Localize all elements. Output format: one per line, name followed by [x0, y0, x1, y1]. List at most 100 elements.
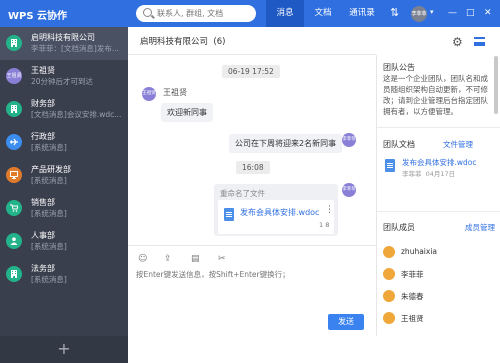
- conversation-name: 产品研发部: [31, 165, 71, 174]
- team-doc-meta: 李菲菲 04月17日: [402, 168, 455, 178]
- search-input[interactable]: [157, 7, 252, 20]
- team-members-title: 团队成员: [383, 223, 415, 232]
- member-name: 王祖贤: [401, 314, 424, 323]
- conversation-preview: [系统消息]: [31, 176, 67, 185]
- message-input[interactable]: [136, 269, 368, 303]
- top-bar: WPS 云协作 消息 文档 通讯录 ⇅ 李菲菲 ▾ — □ ✕: [0, 0, 500, 27]
- message-composer: ☺ ⇪ ▤ ✂ 发送: [128, 245, 376, 336]
- conversation-item[interactable]: 法务部 [系统消息]: [0, 258, 128, 291]
- conversation-name: 人事部: [31, 231, 55, 240]
- read-count: 1 8: [319, 221, 330, 229]
- conversation-preview: [系统消息]: [31, 275, 67, 284]
- sort-icon[interactable]: ⇅: [390, 6, 399, 19]
- conversation-item[interactable]: 行政部 [系统消息]: [0, 126, 128, 159]
- search-box[interactable]: [136, 5, 256, 22]
- conversation-item[interactable]: 销售部 [系统消息]: [0, 192, 128, 225]
- building-icon: [6, 266, 22, 282]
- file-message[interactable]: 重命名了文件 发布会具体安排.wdoc ⋮ 1 8: [214, 184, 338, 236]
- more-icon[interactable]: ⋮: [325, 206, 334, 215]
- gear-icon[interactable]: ⚙: [452, 35, 463, 49]
- conversation-name: 王祖贤: [31, 66, 55, 75]
- team-doc-name[interactable]: 发布会具体安排.wdoc: [402, 157, 477, 168]
- team-panel: 团队公告 这是一个企业团队，团队名和成员随组织架构自动更新，不可修改；请到企业管…: [376, 55, 500, 336]
- member-name: 朱德春: [401, 292, 424, 301]
- add-conversation-button[interactable]: +: [0, 336, 128, 363]
- document-icon[interactable]: ▤: [191, 254, 200, 264]
- file-message-header: 重命名了文件: [220, 189, 265, 198]
- team-docs-title: 团队文档: [383, 140, 415, 149]
- monitor-icon: [6, 167, 22, 183]
- tab-documents[interactable]: 文档: [304, 0, 342, 27]
- member-item[interactable]: 李菲菲: [383, 266, 493, 284]
- scissors-icon[interactable]: ✂: [218, 254, 226, 264]
- conversation-name: 法务部: [31, 264, 55, 273]
- avatar: [383, 246, 395, 258]
- building-icon: [6, 101, 22, 117]
- plane-icon: [6, 134, 22, 150]
- member-name: 李菲菲: [401, 270, 424, 279]
- chat-member-count: (6): [213, 37, 226, 47]
- file-name[interactable]: 发布会具体安排.wdoc: [240, 207, 319, 218]
- document-icon: [224, 208, 234, 221]
- conversation-name: 行政部: [31, 132, 55, 141]
- file-manage-link[interactable]: 文件管理: [443, 139, 473, 150]
- timestamp: 06-19 17:52: [222, 65, 280, 78]
- people-icon: [6, 233, 22, 249]
- member-name: zhuhaixia: [401, 247, 437, 256]
- chevron-down-icon[interactable]: ▾: [430, 8, 434, 16]
- cart-icon: [6, 200, 22, 216]
- emoji-icon[interactable]: ☺: [138, 254, 147, 264]
- divider: [377, 127, 500, 128]
- member-manage-link[interactable]: 成员管理: [465, 222, 495, 233]
- conversation-item[interactable]: 人事部 [系统消息]: [0, 225, 128, 258]
- maximize-button[interactable]: □: [466, 7, 475, 19]
- divider: [377, 211, 500, 212]
- file-card[interactable]: 发布会具体安排.wdoc ⋮ 1 8: [218, 200, 334, 234]
- tab-messages[interactable]: 消息: [266, 0, 304, 27]
- conversation-list: 启明科技有限公司 李菲菲：[文档消息]发布... 王祖贤 王祖贤 20分钟后才可…: [0, 27, 128, 363]
- send-button[interactable]: 发送: [328, 314, 364, 330]
- tab-contacts[interactable]: 通讯录: [342, 0, 382, 27]
- upload-icon[interactable]: ⇪: [164, 254, 172, 264]
- team-doc-owner: 李菲菲: [402, 170, 422, 178]
- minimize-button[interactable]: —: [448, 7, 457, 19]
- conversation-preview: 李菲菲：[文档消息]发布...: [31, 44, 120, 53]
- message-bubble: 公司在下周将迎来2名新同事: [229, 134, 343, 153]
- search-icon: [143, 8, 152, 17]
- app-title: WPS 云协作: [8, 11, 68, 22]
- avatar[interactable]: 王祖贤: [142, 87, 156, 101]
- avatar: [383, 312, 395, 324]
- conversation-item[interactable]: 启明科技有限公司 李菲菲：[文档消息]发布...: [0, 27, 128, 60]
- sender-name: 王祖贤: [163, 88, 187, 97]
- timestamp: 16:08: [236, 161, 270, 174]
- member-item[interactable]: 朱德春: [383, 288, 493, 306]
- conversation-item[interactable]: 王祖贤 王祖贤 20分钟后才可到达: [0, 60, 128, 93]
- conversation-item[interactable]: 产品研发部 [系统消息]: [0, 159, 128, 192]
- document-icon: [385, 159, 395, 172]
- avatar[interactable]: 李菲菲: [342, 133, 356, 147]
- conversation-preview: [文档消息]会议安排.wdc...: [31, 110, 122, 119]
- conversation-preview: [系统消息]: [31, 242, 67, 251]
- user-avatar[interactable]: 李菲菲: [411, 6, 427, 22]
- menu-icon[interactable]: [474, 37, 485, 46]
- avatar: [383, 290, 395, 302]
- message-bubble: 欢迎新同事: [161, 103, 213, 122]
- avatar: 王祖贤: [6, 68, 22, 84]
- team-intro-title: 团队公告: [383, 63, 415, 72]
- conversation-preview: [系统消息]: [31, 209, 67, 218]
- conversation-name: 销售部: [31, 198, 55, 207]
- scrollbar[interactable]: [494, 56, 498, 114]
- close-button[interactable]: ✕: [484, 7, 492, 19]
- team-doc-date: 04月17日: [425, 170, 456, 178]
- chat-title-text: 启明科技有限公司: [140, 37, 209, 47]
- conversation-preview: [系统消息]: [31, 143, 67, 152]
- conversation-preview: 20分钟后才可到达: [31, 77, 94, 86]
- chat-header: 启明科技有限公司 (6): [128, 27, 376, 55]
- member-item[interactable]: 王祖贤: [383, 310, 493, 328]
- team-intro-text: 这是一个企业团队，团队名和成员随组织架构自动更新，不可修改；请到企业管理后台指定…: [383, 74, 488, 116]
- member-item[interactable]: zhuhaixia: [383, 244, 493, 262]
- avatar: [383, 268, 395, 280]
- avatar[interactable]: 李菲菲: [342, 183, 356, 197]
- conversation-name: 启明科技有限公司: [31, 33, 95, 42]
- conversation-item[interactable]: 财务部 [文档消息]会议安排.wdc...: [0, 93, 128, 126]
